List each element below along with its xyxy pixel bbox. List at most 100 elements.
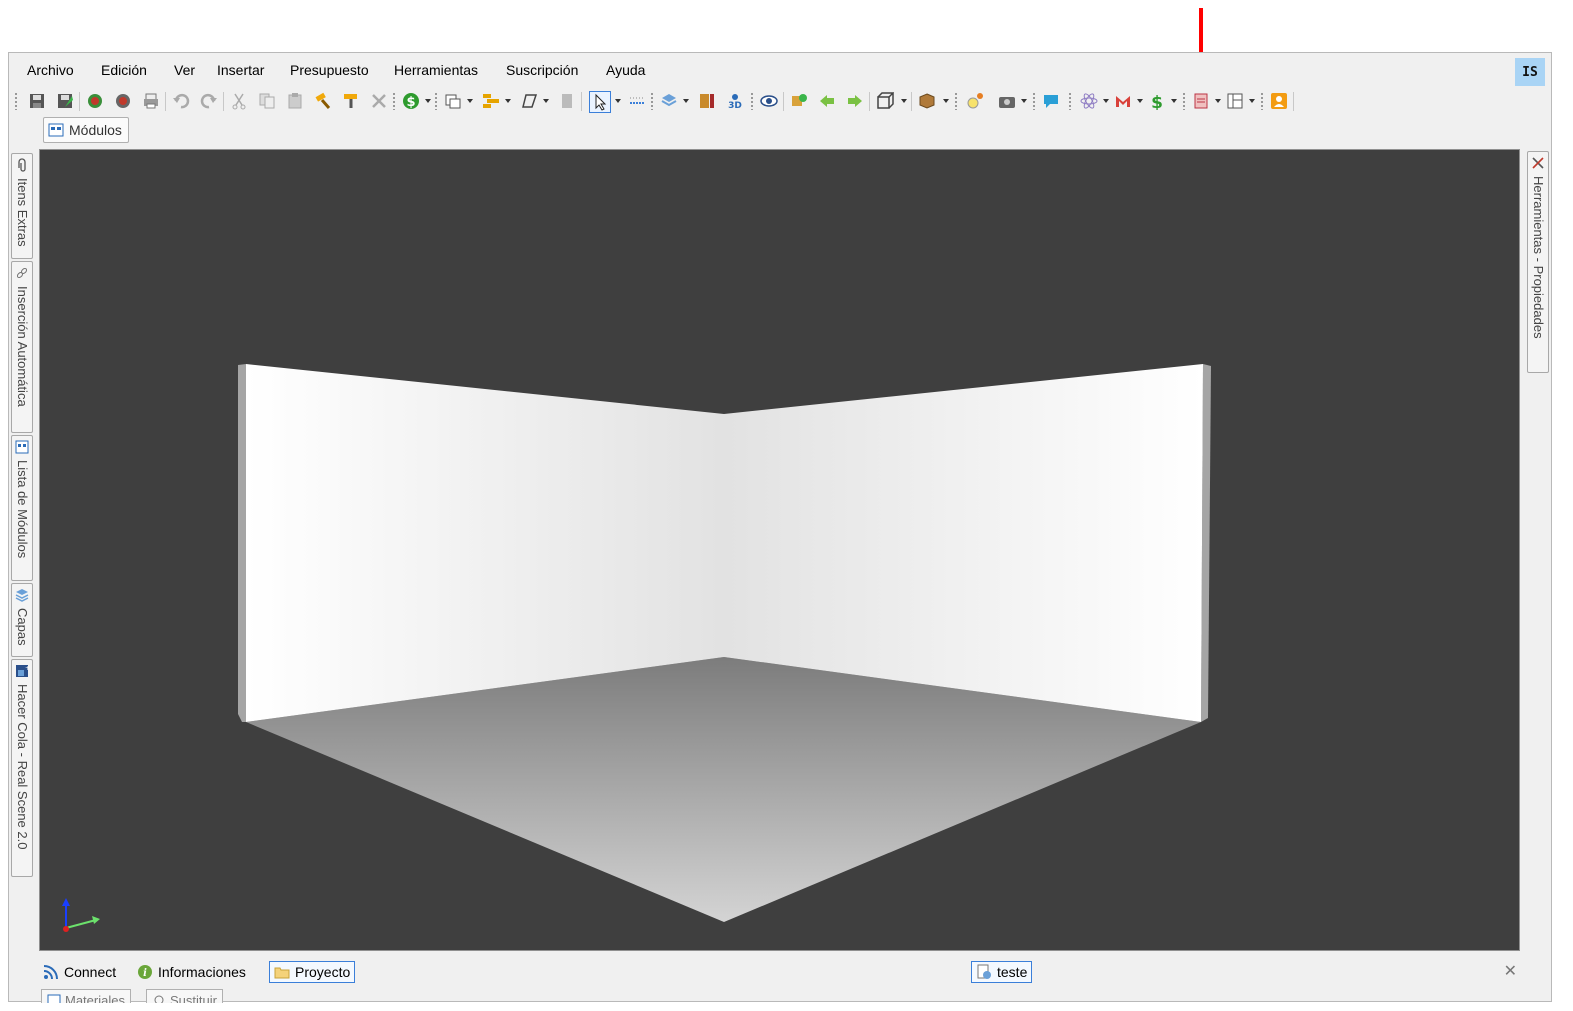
layers-sort-icon[interactable] [481,91,501,111]
chat-icon[interactable] [1041,91,1061,111]
axis-gizmo-icon [62,898,100,932]
camera-icon[interactable] [997,91,1017,111]
tab-materiales[interactable]: Materiales [41,989,131,1003]
proyecto-button[interactable]: Proyecto [269,961,356,983]
eye-icon[interactable] [759,91,779,111]
mail-icon[interactable] [1113,91,1133,111]
main-toolbar: $ 3D $ [15,89,1435,113]
cabinet-icon[interactable] [697,91,717,111]
dock-tab-lista-de-modulos[interactable]: Lista de Módulos [11,435,33,581]
delete-icon[interactable] [369,91,389,111]
materials-icon [47,994,61,1003]
hammer-icon[interactable] [313,91,333,111]
package-icon[interactable] [917,91,937,111]
user-icon[interactable] [1269,91,1289,111]
print-icon[interactable] [141,91,161,111]
menu-archivo[interactable]: Archivo [27,62,74,78]
dock-tab-herramientas-propiedades[interactable]: Herramientas - Propiedades [1527,151,1549,373]
dock-tab-insercion-automatica[interactable]: Inserción Automática [11,261,33,433]
modules-tab-icon [48,123,64,137]
svg-text:i: i [143,968,147,979]
status-bar: Connect i Informaciones Proyecto teste ✕ [39,957,1519,985]
price-icon[interactable]: $ [1147,91,1167,111]
modules-icon[interactable] [113,91,133,111]
save-as-icon[interactable] [55,91,75,111]
svg-text:3D: 3D [728,101,742,110]
paperclip-icon [18,158,26,172]
light-bulb-icon[interactable] [965,91,985,111]
dock-tab-capas[interactable]: Capas [11,583,33,657]
report-icon[interactable] [1191,91,1211,111]
dollar-coin-icon[interactable]: $ [401,91,421,111]
informaciones-button[interactable]: i Informaciones [133,961,250,983]
save-icon[interactable] [27,91,47,111]
svg-text:$: $ [1151,93,1163,110]
arrow-right-icon[interactable] [845,91,865,111]
layers-icon[interactable] [659,91,679,111]
dock-tab-hacer-cola[interactable]: + Hacer Cola - Real Scene 2.0 [11,659,33,877]
redo-icon[interactable] [199,91,219,111]
proyecto-label: Proyecto [295,964,351,980]
rss-icon [43,965,58,980]
dock-tab-label: Capas [15,608,30,646]
right-dock: Herramientas - Propiedades [1527,149,1551,374]
tab-sustituir-label: Sustituir [170,992,217,1004]
menu-insertar[interactable]: Insertar [217,62,264,78]
tab-sustituir[interactable]: Sustituir [146,989,223,1003]
dock-tab-label: Itens Extras [15,178,30,247]
informaciones-label: Informaciones [158,964,246,980]
menu-herramientas[interactable]: Herramientas [394,62,478,78]
connect-button[interactable]: Connect [39,961,120,983]
dock-tab-itens-extras[interactable]: Itens Extras [11,153,33,259]
shape-icon[interactable] [519,91,539,111]
bottom-tab-strip: Materiales Sustituir [41,989,261,1003]
3d-viewport[interactable] [39,149,1520,951]
copy-icon[interactable] [257,91,277,111]
toolbar-grip[interactable] [15,93,17,110]
app-window: Archivo Edición Ver Insertar Presupuesto… [8,52,1552,1003]
atom-icon[interactable] [1079,91,1099,111]
menu-ayuda[interactable]: Ayuda [606,62,645,78]
project-name-label: teste [997,964,1028,980]
pieces-icon[interactable] [85,91,105,111]
arrow-left-icon[interactable] [817,91,837,111]
left-dock: Itens Extras Inserción Automática Lista … [9,149,35,879]
close-icon[interactable]: ✕ [1504,961,1517,981]
layers-icon [15,589,29,602]
menu-bar: Archivo Edición Ver Insertar Presupuesto… [9,53,1551,87]
cut-icon[interactable] [229,91,249,111]
left-wall-edge [238,364,246,722]
menu-presupuesto[interactable]: Presupuesto [290,62,369,78]
menu-edicion[interactable]: Edición [101,62,147,78]
tab-modulos[interactable]: Módulos [43,117,129,143]
project-file-tab[interactable]: teste [971,961,1033,983]
3d-scene[interactable] [40,150,1520,951]
paste-icon[interactable] [285,91,305,111]
module-add-icon[interactable] [789,91,809,111]
box-view-icon[interactable] [875,91,895,111]
paint-roller-icon[interactable] [341,91,361,111]
tab-materiales-label: Materiales [65,992,125,1004]
menu-suscripcion[interactable]: Suscripción [506,62,578,78]
menu-ver[interactable]: Ver [174,62,195,78]
replace-icon [154,995,164,1003]
panel-icon[interactable] [557,91,577,111]
ruler-icon[interactable] [627,91,647,111]
user-badge[interactable]: IS [1515,58,1545,86]
list-modules-icon [15,440,29,454]
tools-icon [1532,157,1544,169]
dock-tab-label: Herramientas - Propiedades [1531,176,1546,339]
undo-icon[interactable] [171,91,191,111]
svg-text:+: + [25,665,29,672]
tab-modulos-label: Módulos [69,122,122,138]
info-icon: i [138,965,152,979]
view-icon[interactable] [443,91,463,111]
layout-icon[interactable] [1225,91,1245,111]
dock-tab-label: Lista de Módulos [15,460,30,559]
project-file-icon [977,964,991,979]
select-pointer-icon[interactable] [589,91,611,113]
dock-tab-label: Hacer Cola - Real Scene 2.0 [15,684,30,850]
folder-icon [274,967,290,979]
3d-icon[interactable]: 3D [725,91,745,111]
render-queue-icon: + [16,665,29,677]
